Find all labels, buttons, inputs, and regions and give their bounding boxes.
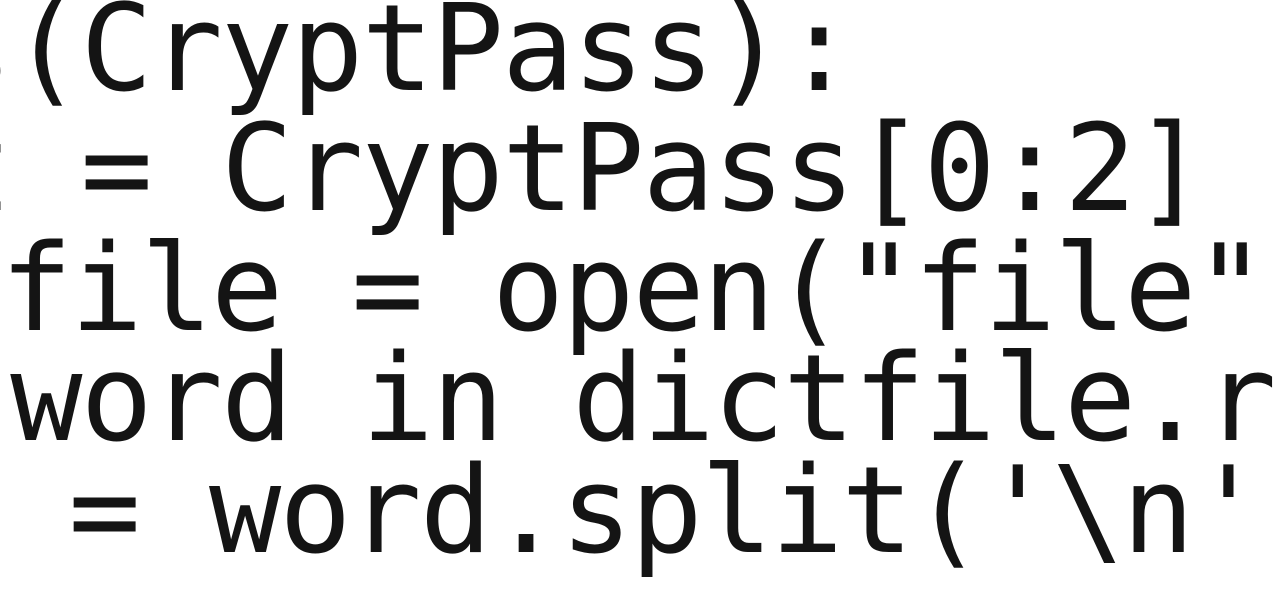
code-line-5: d = word.split('\n' bbox=[0, 442, 1265, 581]
code-line-2: t = CryptPass[0:2] bbox=[0, 100, 1206, 239]
code-line-1: s(CryptPass): bbox=[0, 0, 855, 119]
code-editor[interactable]: s(CryptPass): t = CryptPass[0:2] tfile =… bbox=[0, 0, 1280, 600]
